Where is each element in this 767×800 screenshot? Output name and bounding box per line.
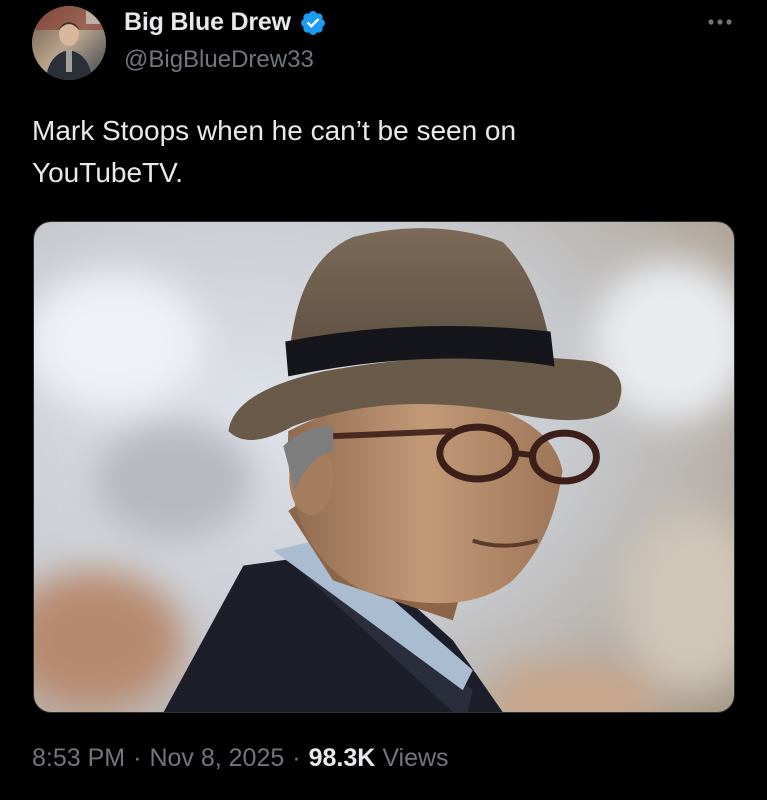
name-row: Big Blue Drew bbox=[124, 8, 327, 37]
tweet-text: Mark Stoops when he can’t be seen on You… bbox=[32, 115, 517, 188]
separator: · bbox=[133, 744, 142, 772]
separator: · bbox=[292, 744, 301, 772]
tweet: Big Blue Drew @BigBlueDrew33 Mark Stoops… bbox=[0, 0, 767, 800]
handle[interactable]: @BigBlueDrew33 bbox=[124, 46, 314, 74]
tweet-meta: 8:53 PM · Nov 8, 2025 · 98.3K Views bbox=[32, 744, 449, 773]
avatar-photo bbox=[32, 6, 106, 80]
photo bbox=[34, 222, 734, 712]
tweet-time[interactable]: 8:53 PM bbox=[32, 744, 125, 773]
view-count[interactable]: 98.3K bbox=[309, 744, 376, 773]
avatar[interactable] bbox=[32, 6, 106, 80]
more-options-button[interactable] bbox=[705, 10, 735, 34]
tweet-media-photo[interactable] bbox=[33, 221, 735, 713]
tweet-date[interactable]: Nov 8, 2025 bbox=[149, 744, 284, 773]
more-dots-icon bbox=[708, 19, 732, 25]
verified-badge-icon[interactable] bbox=[299, 9, 327, 37]
views-label: Views bbox=[382, 744, 449, 772]
display-name[interactable]: Big Blue Drew bbox=[124, 8, 291, 37]
